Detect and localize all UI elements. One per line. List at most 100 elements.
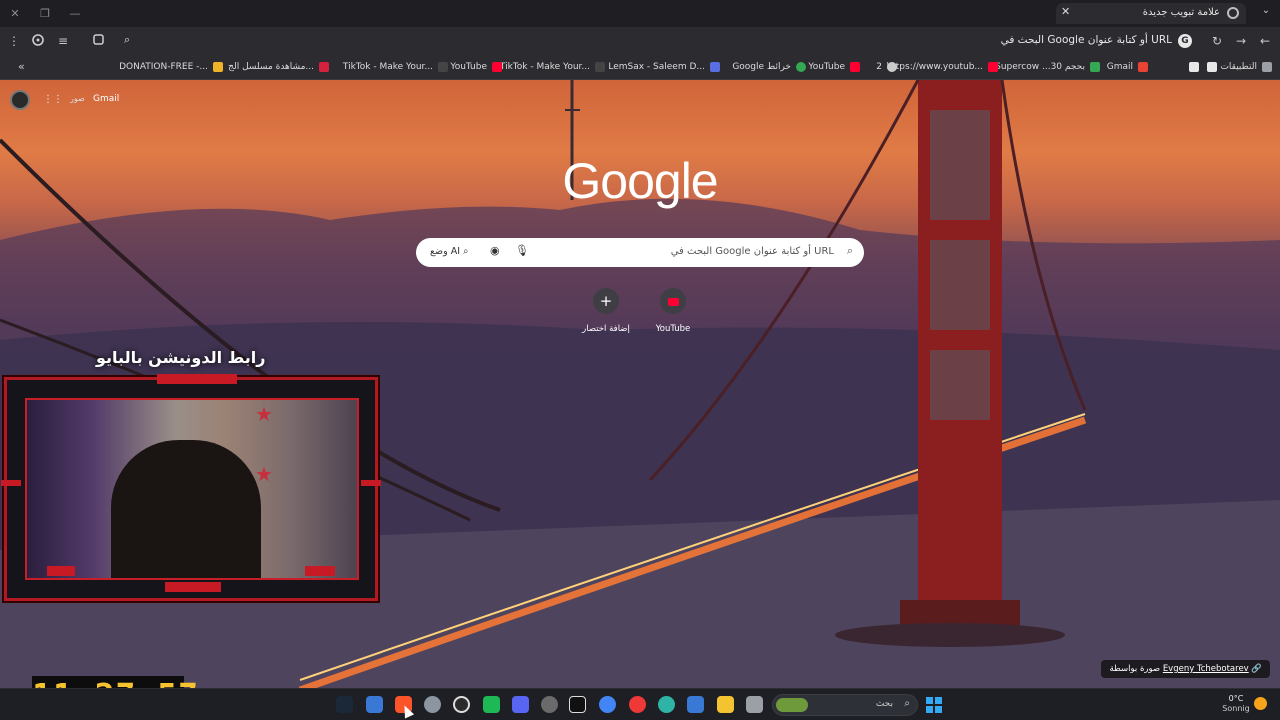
gmail-link[interactable]: Gmail [93, 94, 119, 104]
bookmark-icon [1189, 61, 1199, 72]
youtube-icon [988, 61, 998, 72]
donation-overlay-text: رابط الدونيشن بالبايو [96, 348, 266, 367]
lens-icon[interactable]: ⌕ [124, 33, 130, 47]
edge-icon[interactable] [658, 696, 675, 713]
search-box[interactable]: وضع AI ⌕ ◉ 🎙 البحث في Google أو كتابة عن… [416, 238, 864, 267]
bookmarks-overflow-icon[interactable]: « [18, 60, 25, 73]
bookmark-tiktok[interactable]: TikTok - Make Your... [343, 60, 448, 75]
bookmark-label: التطبيقات [1220, 62, 1257, 72]
images-link[interactable]: صور [70, 94, 85, 103]
bookmark-label: YouTube [808, 62, 845, 72]
globe-icon [887, 61, 897, 72]
forward-icon[interactable]: → [1233, 33, 1249, 49]
google-g-icon: G [1178, 34, 1192, 48]
sun-icon [1254, 697, 1267, 710]
youtube-icon [492, 61, 502, 72]
window-maximize-icon[interactable]: ❐ [37, 6, 53, 22]
bookmark-google-maps[interactable]: Google خرائط [732, 60, 806, 75]
credit-author: Evgeny Tchebotarev [1162, 664, 1249, 674]
bookmark-label: 2 [876, 62, 882, 72]
window-close-icon[interactable]: ✕ [7, 6, 23, 22]
reading-list-icon[interactable]: ≡ [55, 33, 71, 49]
extensions-icon[interactable] [30, 33, 46, 49]
explorer-icon[interactable] [717, 696, 734, 713]
taskbar-search[interactable]: بحث ⌕ [772, 694, 918, 716]
menu-icon[interactable]: ⋮ [6, 33, 22, 49]
bookmark-youtube-url[interactable]: https://www.youtub... [887, 60, 998, 75]
tab-search-icon[interactable] [90, 33, 106, 49]
avatar[interactable] [10, 90, 30, 110]
search-icon: ⌕ [846, 244, 853, 257]
shortcut-youtube[interactable]: YouTube [638, 288, 708, 334]
weather-widget[interactable]: 0°C Sonnig [1216, 694, 1256, 713]
bookmarks-bar: « التطبيقات Gmail Supercow ...بحجم 30 ht… [0, 55, 1280, 80]
bookmark-lemsax[interactable]: LemSax - Saleem D... [608, 60, 720, 75]
steam-icon[interactable] [336, 696, 353, 713]
shortcut-label: YouTube [655, 324, 691, 334]
address-bar-text[interactable]: البحث في Google أو كتابة عنوان URL [1001, 34, 1172, 46]
bookmark-item[interactable] [1202, 60, 1217, 75]
google-apps-icon[interactable]: ⋮⋮ [43, 94, 63, 106]
app-gear-icon[interactable] [541, 696, 558, 713]
bookmark-series[interactable]: مشاهدة مسلسل الج... [228, 60, 329, 75]
search-icon: ⌕ [904, 698, 910, 709]
taskbar-search-input[interactable]: بحث [876, 699, 893, 709]
bookmark-youtube[interactable]: YouTube [450, 60, 502, 75]
tab-close-icon[interactable]: ✕ [1061, 5, 1070, 18]
bookmark-item[interactable] [1184, 60, 1199, 75]
shortcut-label: إضافة اختصار [582, 324, 630, 334]
lens-camera-icon[interactable]: ◉ [490, 244, 500, 257]
store-icon[interactable] [687, 696, 704, 713]
obs-icon[interactable] [453, 696, 470, 713]
webcam-overlay: ★ ★ ▲ [1, 374, 381, 601]
add-shortcut-button[interactable]: + إضافة اختصار [571, 288, 641, 334]
back-icon[interactable]: ← [1257, 33, 1273, 49]
chrome-icon[interactable] [599, 696, 616, 713]
bookmark-label: Supercow ...بحجم 30 [995, 62, 1085, 72]
ai-mode-button[interactable]: وضع AI ⌕ [426, 243, 472, 261]
credit-prefix: صورة بواسطة [1109, 664, 1163, 674]
supercow-icon [1090, 61, 1100, 72]
bookmark-label: LemSax - Saleem D... [608, 62, 705, 72]
app-green-icon[interactable] [483, 696, 500, 713]
active-tab[interactable]: ✕ علامة تبويب جديدة [1056, 3, 1246, 24]
windows-start-icon[interactable] [926, 697, 942, 713]
discord-icon[interactable] [512, 696, 529, 713]
bookmark-label: مشاهدة مسلسل الج... [228, 62, 314, 72]
bookmark-label: Gmail [1106, 62, 1133, 72]
bookmark-gmail[interactable]: Gmail [1107, 60, 1148, 75]
tab-favicon-icon [1227, 7, 1239, 19]
bookmark-apps[interactable]: التطبيقات [1220, 60, 1272, 75]
bookmark-donation-free[interactable]: DONATION-FREE -... [119, 60, 223, 75]
app-blue-icon[interactable] [366, 696, 383, 713]
bookmark-youtube[interactable]: YouTube [808, 60, 860, 75]
tiktok-icon [595, 61, 605, 72]
bookmark-tiktok[interactable]: TikTok - Make Your... [500, 60, 605, 75]
youtube-icon [850, 61, 860, 72]
search-input[interactable]: البحث في Google أو كتابة عنوان URL [671, 246, 834, 257]
gmail-icon [1138, 61, 1148, 72]
reload-icon[interactable]: ↻ [1209, 33, 1225, 49]
bookmark-icon [1207, 61, 1217, 72]
settings-icon[interactable] [424, 696, 441, 713]
youtube-icon [660, 288, 686, 314]
bookmark-label: Google خرائط [732, 62, 791, 72]
bookmark-label: https://www.youtub... [886, 62, 983, 72]
photo-credit-link[interactable]: صورة بواسطة Evgeny Tchebotarev 🔗 [1101, 660, 1270, 678]
bookmark-supercow[interactable]: Supercow ...بحجم 30 [995, 60, 1100, 75]
bookmark-label: DONATION-FREE -... [119, 62, 208, 72]
apps-grid-icon [1262, 61, 1272, 72]
webcam-video: ★ ★ ▲ [25, 398, 359, 580]
streamer [111, 440, 261, 578]
window-minimize-icon[interactable]: — [67, 6, 83, 22]
tiktok-icon [438, 61, 448, 72]
microphone-icon[interactable]: 🎙 [515, 244, 529, 257]
weather-condition: Sonnig [1222, 704, 1250, 713]
vivaldi-icon[interactable] [629, 696, 646, 713]
tiktok-icon[interactable] [569, 696, 586, 713]
tab-search-menu-icon[interactable]: ⌄ [1258, 5, 1274, 21]
address-bar[interactable]: ⌕ البحث في Google أو كتابة عنوان URL G [118, 30, 1202, 52]
window-icon[interactable] [746, 696, 763, 713]
windows-taskbar: بحث ⌕ 0°C Sonnig [0, 688, 1280, 720]
bookmark-2[interactable]: 2 [876, 60, 897, 75]
